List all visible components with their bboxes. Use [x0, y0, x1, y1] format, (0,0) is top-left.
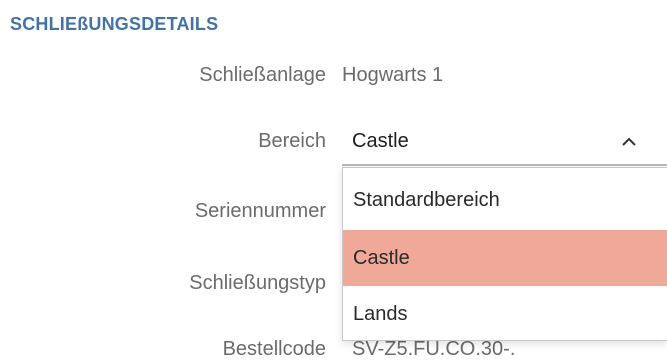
chevron-up-icon[interactable] [619, 134, 639, 150]
locking-type-label: Schließungstyp [189, 272, 326, 294]
area-label: Bereich [258, 130, 326, 152]
area-option-castle[interactable]: Castle [343, 230, 667, 286]
area-dropdown-list: Standardbereich Castle Lands [342, 167, 667, 341]
locking-system-value: Hogwarts 1 [342, 64, 444, 86]
section-title: SCHLIEßUNGSDETAILS [10, 14, 219, 34]
order-code-label: Bestellcode [222, 338, 326, 360]
area-select-value: Castle [352, 130, 409, 152]
locking-system-label: Schließanlage [199, 64, 326, 86]
area-select[interactable]: Castle [342, 120, 667, 166]
area-option-standardbereich[interactable]: Standardbereich [343, 172, 667, 228]
serial-number-label: Seriennummer [194, 200, 326, 222]
locking-details-panel: SCHLIEßUNGSDETAILS Schließanlage Hogwart… [0, 0, 667, 361]
area-option-lands[interactable]: Lands [343, 286, 667, 342]
